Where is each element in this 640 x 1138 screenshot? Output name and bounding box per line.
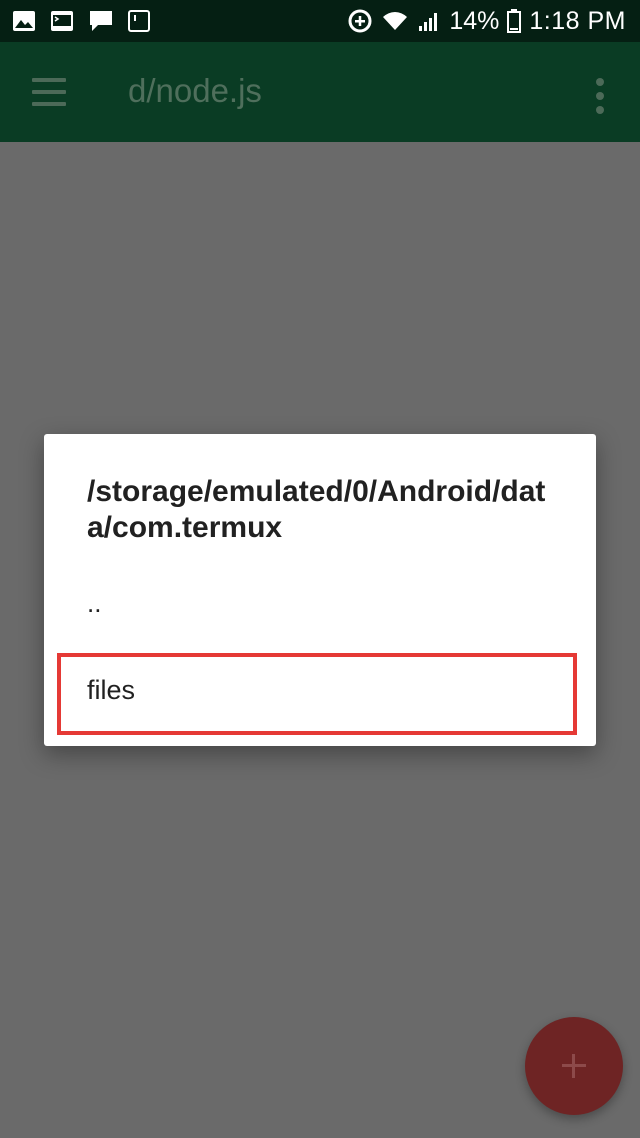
plus-icon-vertical	[572, 1054, 575, 1078]
battery-icon	[507, 9, 522, 33]
phone-icon	[128, 10, 150, 32]
app-bar: d/node.js	[0, 42, 640, 142]
folder-picker-dialog: /storage/emulated/0/Android/data/com.ter…	[44, 434, 596, 746]
image-icon	[13, 11, 35, 31]
more-vert-icon[interactable]	[592, 78, 608, 114]
terminal-icon	[51, 11, 73, 31]
system-indicators: 14% 1:18 PM	[347, 0, 626, 42]
clock: 1:18 PM	[529, 6, 626, 35]
status-bar: 14% 1:18 PM	[0, 0, 640, 42]
files-item-label: files	[87, 675, 136, 705]
notification-icons	[12, 9, 150, 33]
message-icon	[90, 11, 112, 31]
data-saver-icon	[348, 9, 372, 33]
dialog-path-title: /storage/emulated/0/Android/data/com.ter…	[87, 475, 546, 544]
app-title: d/node.js	[128, 72, 262, 109]
files-directory-item[interactable]: files	[57, 653, 577, 735]
signal-icon	[419, 13, 438, 31]
wifi-icon	[383, 12, 408, 30]
menu-icon[interactable]	[32, 78, 66, 106]
parent-directory-item[interactable]: ..	[87, 588, 101, 619]
battery-percent: 14%	[449, 6, 500, 35]
add-fab-button[interactable]	[525, 1017, 623, 1115]
